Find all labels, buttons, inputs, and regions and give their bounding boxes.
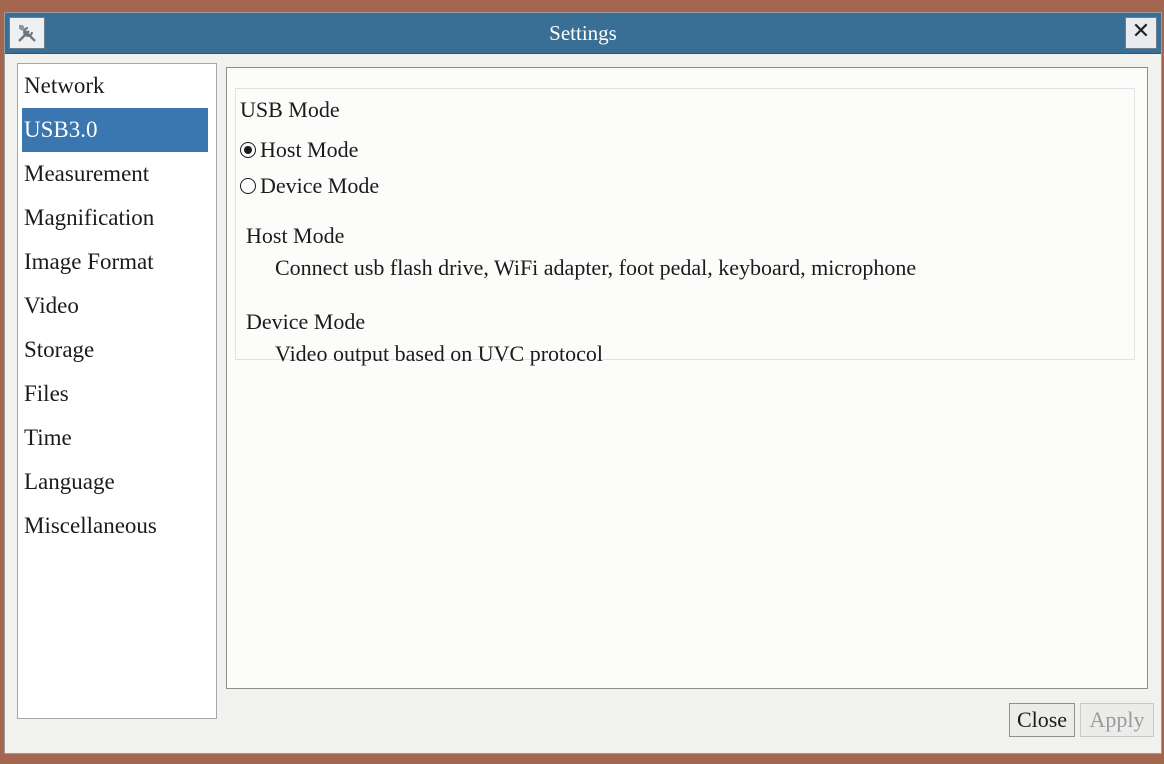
device-mode-description: Video output based on UVC protocol bbox=[275, 341, 604, 366]
settings-nav: Network USB3.0 Measurement Magnification… bbox=[17, 63, 217, 719]
host-mode-heading: Host Mode bbox=[246, 223, 345, 248]
sidebar-item-network[interactable]: Network bbox=[22, 64, 208, 108]
radio-checked-icon[interactable] bbox=[240, 142, 256, 158]
sidebar-item-time[interactable]: Time bbox=[22, 416, 208, 460]
sidebar-item-miscellaneous[interactable]: Miscellaneous bbox=[22, 504, 208, 548]
device-mode-heading: Device Mode bbox=[246, 309, 366, 334]
close-icon[interactable]: ✕ bbox=[1125, 17, 1157, 49]
usb-mode-group: USB Mode Host Mode Device Mode Host Mode… bbox=[235, 88, 1135, 366]
device-mode-radio[interactable]: Device Mode bbox=[240, 171, 379, 201]
title-bar: Settings ✕ bbox=[5, 13, 1161, 54]
sidebar-item-files[interactable]: Files bbox=[22, 372, 208, 416]
sidebar-item-usb3[interactable]: USB3.0 bbox=[22, 108, 208, 152]
close-button[interactable]: Close bbox=[1009, 703, 1075, 737]
sidebar-item-image-format[interactable]: Image Format bbox=[22, 240, 208, 284]
sidebar-item-video[interactable]: Video bbox=[22, 284, 208, 328]
host-mode-radio[interactable]: Host Mode bbox=[240, 135, 358, 165]
radio-label[interactable]: Device Mode bbox=[260, 173, 379, 199]
sidebar-item-storage[interactable]: Storage bbox=[22, 328, 208, 372]
window-title: Settings bbox=[549, 21, 617, 45]
group-title: USB Mode bbox=[240, 97, 340, 122]
sidebar-item-magnification[interactable]: Magnification bbox=[22, 196, 208, 240]
sidebar-item-language[interactable]: Language bbox=[22, 460, 208, 504]
usb-settings-panel: USB Mode Host Mode Device Mode Host Mode… bbox=[226, 67, 1148, 689]
radio-unchecked-icon[interactable] bbox=[240, 178, 256, 194]
host-mode-description: Connect usb flash drive, WiFi adapter, f… bbox=[275, 255, 917, 280]
sidebar-item-measurement[interactable]: Measurement bbox=[22, 152, 208, 196]
apply-button[interactable]: Apply bbox=[1080, 703, 1154, 737]
settings-dialog: Settings ✕ Network USB3.0 Measurement Ma… bbox=[4, 12, 1162, 754]
radio-label[interactable]: Host Mode bbox=[260, 137, 358, 163]
